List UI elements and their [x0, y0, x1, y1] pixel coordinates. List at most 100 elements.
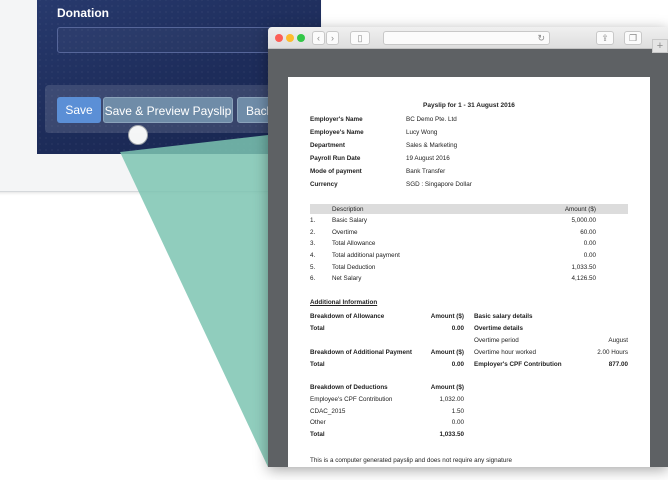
deductions-header-row: Breakdown of Deductions Amount ($): [310, 384, 464, 393]
overtime-period-value: August: [608, 337, 628, 344]
deductions-total-row: Total 1,033.50: [310, 431, 464, 440]
deduction-amount: 1,032.00: [439, 396, 464, 403]
payslip-footer-note: This is a computer generated payslip and…: [310, 457, 512, 464]
showcase-stage: Donation Save Save & Preview Payslip Bac…: [0, 0, 668, 480]
overtime-hours-label: Overtime hour worked: [474, 349, 536, 356]
table-row: 4. Total additional payment 0.00: [310, 252, 628, 261]
overtime-hours-row: Overtime hour worked 2.00 Hours: [474, 349, 628, 358]
row-amount: 5,000.00: [571, 217, 596, 224]
info-label: Currency: [310, 181, 338, 188]
row-description: Net Salary: [332, 275, 362, 282]
reload-icon[interactable]: ↻: [537, 32, 545, 44]
deduction-amount: 0.00: [451, 419, 464, 426]
overtime-hours-value: 2.00 Hours: [597, 349, 628, 356]
forward-arrow-icon[interactable]: ›: [326, 31, 339, 45]
row-number: 1.: [310, 217, 316, 224]
deduction-row: Other 0.00: [310, 419, 464, 428]
save-button[interactable]: Save: [57, 97, 101, 123]
payslip-document: Payslip for 1 - 31 August 2016 Employer'…: [288, 77, 650, 467]
minimize-window-dot[interactable]: [286, 34, 294, 42]
address-bar[interactable]: ↻: [383, 31, 550, 45]
employer-cpf-label: Employer's CPF Contribution: [474, 361, 562, 368]
salary-table-header: Description Amount ($): [310, 204, 628, 214]
additional-payment-total-label: Total: [310, 361, 325, 368]
row-description: Total Deduction: [332, 264, 376, 271]
info-value: Lucy Wong: [406, 129, 438, 136]
row-number: 3.: [310, 240, 316, 247]
row-description: Overtime: [332, 229, 358, 236]
donation-label: Donation: [57, 6, 109, 20]
basic-salary-details-row: Basic salary details: [474, 313, 628, 322]
row-amount: 4,126.50: [571, 275, 596, 282]
info-label: Payroll Run Date: [310, 155, 361, 162]
additional-payment-total: 0.00: [451, 361, 464, 368]
deduction-amount: 1.50: [451, 408, 464, 415]
additional-payment-total-row: Total 0.00: [310, 361, 464, 370]
deductions-total-label: Total: [310, 431, 325, 438]
table-row: 1. Basic Salary 5,000.00: [310, 217, 628, 226]
row-description: Basic Salary: [332, 217, 367, 224]
deduction-row: CDAC_2015 1.50: [310, 408, 464, 417]
deductions-amount-header: Amount ($): [430, 384, 464, 391]
row-number: 6.: [310, 275, 316, 282]
new-tab-icon[interactable]: +: [652, 39, 668, 53]
additional-payment-amount-header: Amount ($): [430, 349, 464, 356]
info-value: 19 August 2016: [406, 155, 450, 162]
deduction-label: Employee's CPF Contribution: [310, 396, 393, 403]
row-amount: 0.00: [583, 252, 596, 259]
allowance-amount-header: Amount ($): [430, 313, 464, 320]
sidebar-icon[interactable]: ▯: [350, 31, 370, 45]
info-value: SGD : Singapore Dollar: [406, 181, 472, 188]
description-column-header: Description: [332, 206, 364, 213]
allowance-total-label: Total: [310, 325, 325, 332]
additional-payment-header: Breakdown of Additional Payment: [310, 349, 412, 356]
tabs-overview-icon[interactable]: ❐: [624, 31, 642, 45]
row-amount: 1,033.50: [571, 264, 596, 271]
table-row: 3. Total Allowance 0.00: [310, 240, 628, 249]
table-row: 6. Net Salary 4,126.50: [310, 275, 628, 284]
allowance-total: 0.00: [451, 325, 464, 332]
info-label: Employee's Name: [310, 129, 364, 136]
deductions-header: Breakdown of Deductions: [310, 384, 388, 391]
overtime-period-label: Overtime period: [474, 337, 519, 344]
share-icon[interactable]: ⇪: [596, 31, 614, 45]
row-description: Total additional payment: [332, 252, 400, 259]
allowance-header-row: Breakdown of Allowance Amount ($): [310, 313, 464, 322]
basic-salary-details-heading: Basic salary details: [474, 313, 533, 320]
amount-column-header: Amount ($): [564, 206, 596, 213]
table-row: 2. Overtime 60.00: [310, 229, 628, 238]
deductions-total: 1,033.50: [439, 431, 464, 438]
row-amount: 0.00: [583, 240, 596, 247]
info-label: Mode of payment: [310, 168, 362, 175]
info-label: Department: [310, 142, 345, 149]
deduction-label: Other: [310, 419, 326, 426]
back-arrow-icon[interactable]: ‹: [312, 31, 325, 45]
row-number: 5.: [310, 264, 316, 271]
row-number: 4.: [310, 252, 316, 259]
employer-cpf-row: Employer's CPF Contribution 877.00: [474, 361, 628, 370]
employer-cpf-value: 877.00: [608, 361, 628, 368]
additional-information-heading: Additional Information: [310, 299, 378, 306]
overtime-details-row: Overtime details: [474, 325, 628, 334]
payslip-title: Payslip for 1 - 31 August 2016: [423, 102, 515, 109]
browser-toolbar: ‹ › ▯ ↻ ⇪ ❐: [268, 27, 668, 49]
row-number: 2.: [310, 229, 316, 236]
close-window-dot[interactable]: [275, 34, 283, 42]
deduction-label: CDAC_2015: [310, 408, 346, 415]
additional-payment-header-row: Breakdown of Additional Payment Amount (…: [310, 349, 464, 358]
allowance-total-row: Total 0.00: [310, 325, 464, 334]
info-value: BC Demo Pte. Ltd: [406, 116, 457, 123]
info-label: Employer's Name: [310, 116, 363, 123]
info-value: Sales & Marketing: [406, 142, 458, 149]
table-row: 5. Total Deduction 1,033.50: [310, 264, 628, 273]
save-preview-payslip-button[interactable]: Save & Preview Payslip: [103, 97, 233, 123]
row-description: Total Allowance: [332, 240, 376, 247]
browser-window: ‹ › ▯ ↻ ⇪ ❐ + Payslip for 1 - 31 August …: [268, 27, 668, 467]
allowance-header: Breakdown of Allowance: [310, 313, 385, 320]
deduction-row: Employee's CPF Contribution 1,032.00: [310, 396, 464, 405]
row-amount: 60.00: [580, 229, 596, 236]
info-value: Bank Transfer: [406, 168, 446, 175]
overtime-period-row: Overtime period August: [474, 337, 628, 346]
overtime-details-heading: Overtime details: [474, 325, 523, 332]
maximize-window-dot[interactable]: [297, 34, 305, 42]
